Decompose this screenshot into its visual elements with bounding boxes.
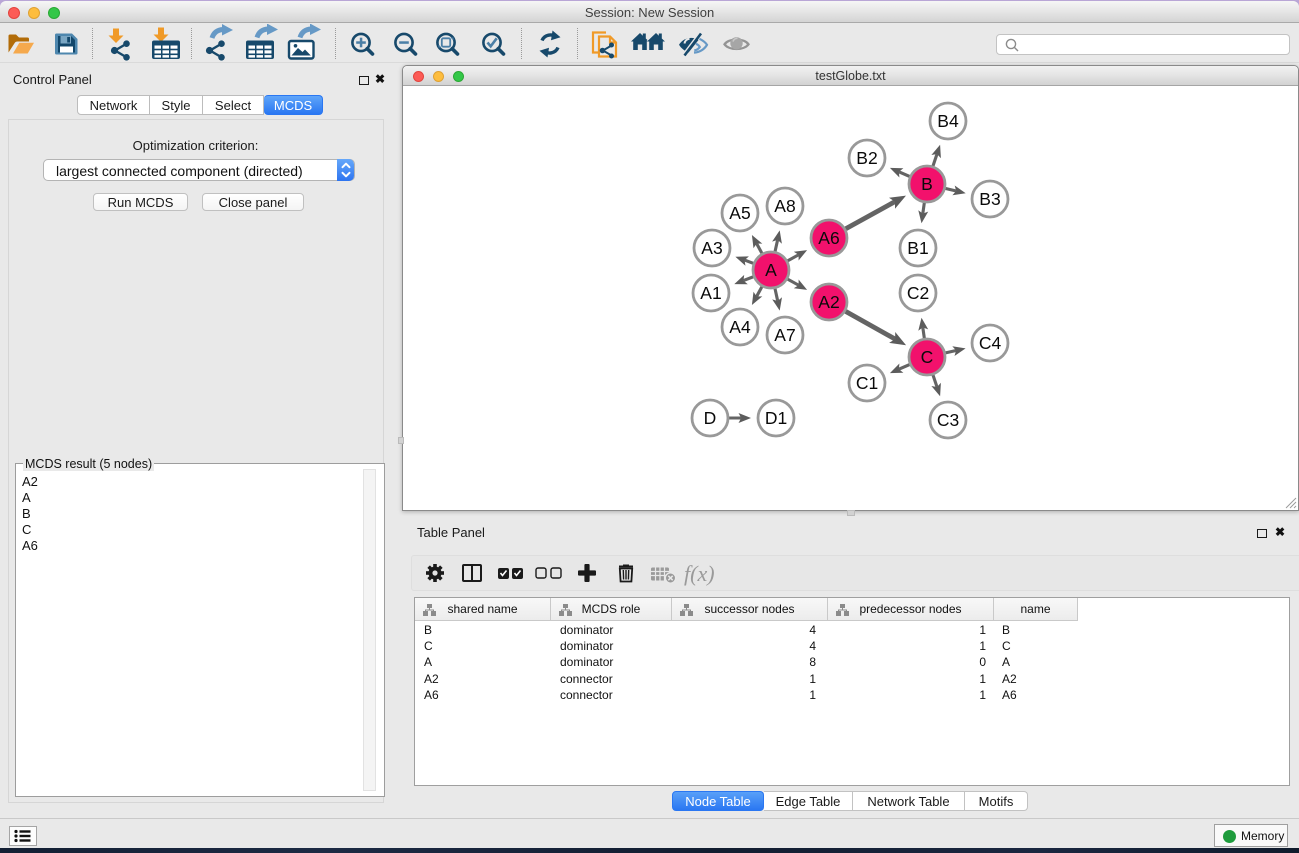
svg-text:B4: B4 [937,111,959,131]
svg-text:C4: C4 [979,333,1002,353]
svg-text:B: B [921,174,933,194]
svg-text:A7: A7 [774,325,795,345]
svg-text:A6: A6 [818,228,839,248]
svg-text:A1: A1 [700,283,721,303]
svg-text:A8: A8 [774,196,795,216]
svg-text:C3: C3 [937,410,959,430]
svg-text:D1: D1 [765,408,787,428]
svg-text:A2: A2 [818,292,839,312]
svg-text:C1: C1 [856,373,878,393]
svg-text:A3: A3 [701,238,722,258]
svg-text:B2: B2 [856,148,877,168]
svg-text:B1: B1 [907,238,928,258]
svg-text:A: A [765,260,777,280]
svg-text:C: C [921,347,934,367]
svg-text:f(x): f(x) [684,561,715,586]
svg-text:B3: B3 [979,189,1000,209]
svg-text:A4: A4 [729,317,751,337]
svg-text:C2: C2 [907,283,929,303]
svg-text:D: D [704,408,717,428]
svg-text:A5: A5 [729,203,750,223]
